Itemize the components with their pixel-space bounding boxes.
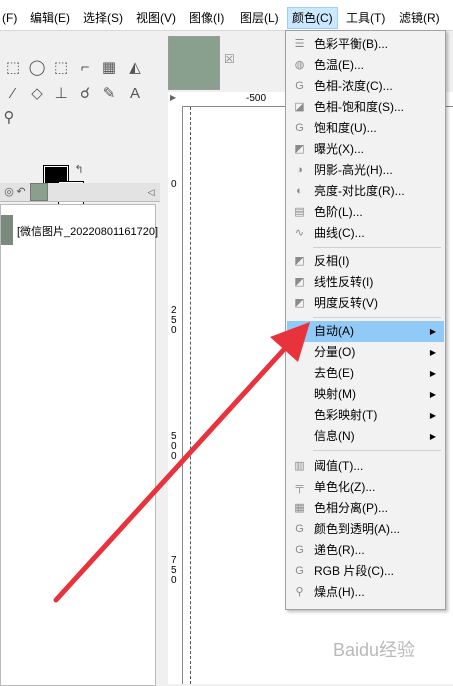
arrow-shaft	[53, 342, 291, 603]
watermark-logo: Baidu经验	[333, 640, 416, 660]
annotation-arrow	[53, 322, 310, 603]
